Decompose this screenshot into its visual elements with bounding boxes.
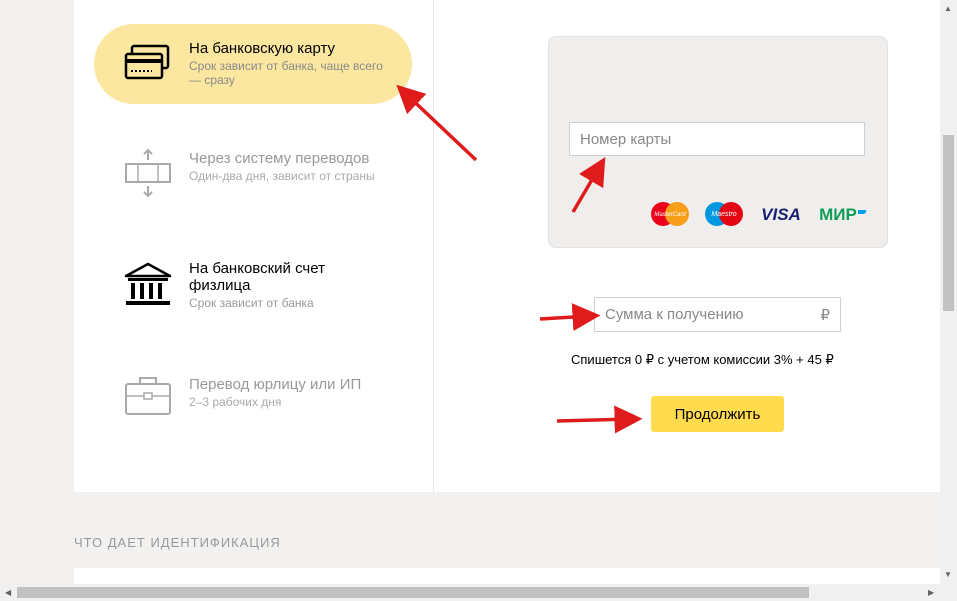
method-subtitle: Срок зависит от банка — [189, 296, 314, 310]
method-bank-card[interactable]: На банковскую карту Срок зависит от банк… — [94, 24, 412, 104]
method-legal-entity[interactable]: Перевод юрлицу или ИП 2–3 рабочих дня — [94, 376, 412, 416]
method-subtitle: 2–3 рабочих дня — [189, 395, 282, 409]
method-subtitle: Срок зависит от банка, чаще всего — сраз… — [189, 59, 383, 87]
scroll-up-icon[interactable]: ▲ — [944, 5, 952, 13]
bank-building-icon — [122, 260, 174, 312]
maestro-logo: Maestro — [704, 201, 746, 227]
method-title: На банковскую карту — [189, 40, 336, 57]
bank-card-icon — [122, 38, 174, 90]
vertical-scrollbar[interactable]: ▲ ▼ — [940, 0, 957, 584]
method-title: Через систему переводов — [189, 150, 370, 167]
briefcase-icon — [122, 372, 174, 424]
mastercard-logo: MasterCard — [650, 201, 692, 227]
method-subtitle: Один-два дня, зависит от страны — [189, 169, 375, 183]
scroll-down-icon[interactable]: ▼ — [944, 571, 952, 579]
fee-text: Спишется 0 ₽ с учетом комиссии 3% + 45 ₽ — [571, 352, 834, 367]
currency-icon: ₽ — [820, 307, 830, 324]
amount-placeholder: Сумма к получению — [605, 306, 744, 323]
horizontal-scroll-thumb[interactable] — [17, 587, 809, 598]
svg-text:VISA: VISA — [761, 205, 801, 224]
svg-text:MasterCard: MasterCard — [654, 212, 686, 218]
svg-text:Maestro: Maestro — [711, 211, 736, 218]
svg-text:МИР: МИР — [819, 205, 857, 224]
card-number-placeholder: Номер карты — [580, 131, 672, 148]
mir-logo: МИР — [814, 201, 868, 227]
transfer-system-icon — [122, 148, 174, 200]
horizontal-scrollbar[interactable]: ◀ ▶ — [0, 584, 957, 601]
method-title: Перевод юрлицу или ИП — [189, 376, 362, 393]
method-title: На банковский счет физлица — [189, 260, 325, 294]
visa-logo: VISA — [758, 201, 804, 227]
amount-input[interactable]: Сумма к получению ₽ — [594, 297, 841, 332]
method-transfer-system[interactable]: Через систему переводов Один-два дня, за… — [94, 148, 412, 204]
scroll-left-icon[interactable]: ◀ — [5, 589, 11, 597]
column-divider — [433, 0, 434, 492]
method-bank-account[interactable]: На банковский счет физлица Срок зависит … — [94, 258, 412, 314]
scroll-right-icon[interactable]: ▶ — [928, 589, 934, 597]
section-title: Что дает идентификация — [74, 535, 281, 550]
vertical-scroll-thumb[interactable] — [943, 135, 954, 311]
card-number-input[interactable]: Номер карты — [569, 122, 865, 156]
continue-button[interactable]: Продолжить — [651, 396, 784, 432]
